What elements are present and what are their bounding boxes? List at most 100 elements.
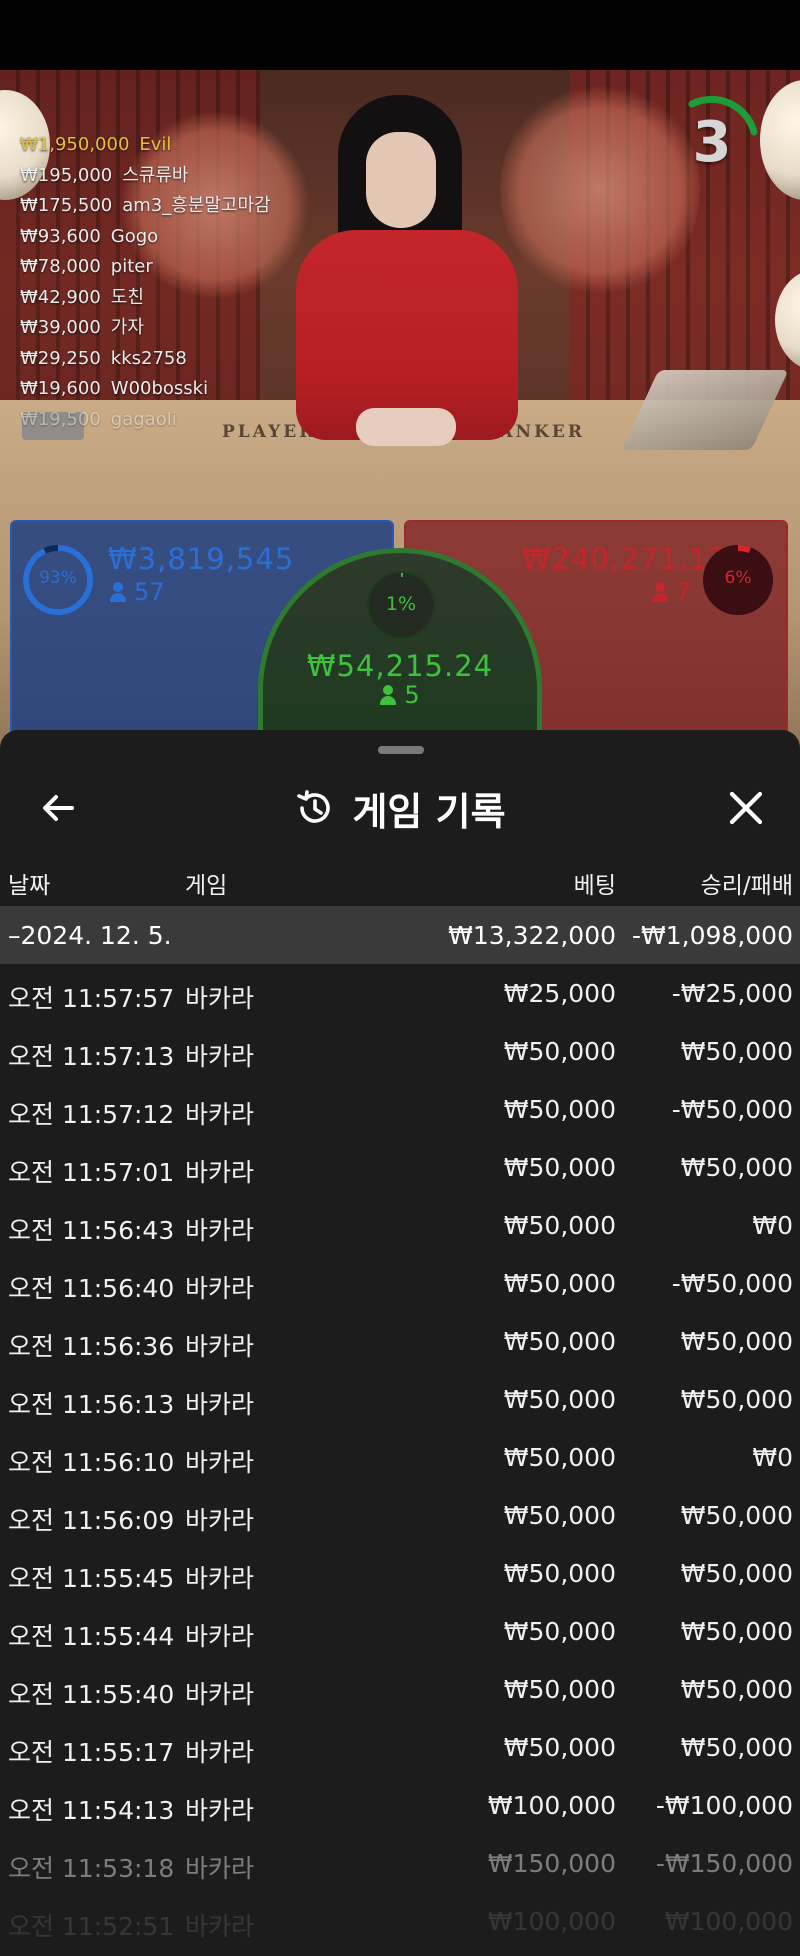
- leaderboard-entry: ₩93,600 Gogo: [20, 222, 320, 253]
- blossom-decoration: [500, 80, 700, 300]
- date-group-row[interactable]: –2024. 12. 5. ₩13,322,000 -₩1,098,000: [0, 906, 800, 964]
- history-row[interactable]: 오전 11:52:51 바카라 ₩100,000 ₩100,000: [0, 1892, 800, 1950]
- history-time: 오전 11:57:01: [8, 1158, 175, 1187]
- leaderboard-name: 가자: [110, 317, 144, 338]
- player-user-count: 57: [110, 578, 165, 606]
- history-bet: ₩50,000: [503, 1269, 616, 1298]
- history-bet: ₩50,000: [503, 1211, 616, 1240]
- history-bet: ₩50,000: [503, 1327, 616, 1356]
- sheet-header: 게임 기록: [0, 760, 800, 856]
- leaderboard-entry: ₩175,500 am3_흥분말고마감: [20, 191, 320, 222]
- winners-leaderboard: ₩1,950,000 Evil ₩195,000 스큐류바 ₩175,500 am3_흥분…: [20, 130, 320, 435]
- history-row[interactable]: 오전 11:55:44 바카라 ₩50,000 ₩50,000: [0, 1602, 800, 1660]
- tie-percent: 1%: [385, 593, 417, 615]
- leaderboard-amount: ₩29,250: [20, 347, 101, 369]
- tie-user-count: 5: [263, 681, 537, 709]
- leaderboard-entry: ₩39,000 가자: [20, 313, 320, 344]
- dealer-hands: [356, 408, 456, 446]
- history-result: ₩50,000: [680, 1327, 793, 1356]
- history-bet: ₩50,000: [503, 1095, 616, 1124]
- history-column-header: 날짜 게임 베팅 승리/패배: [0, 854, 800, 904]
- history-bet: ₩25,000: [503, 979, 616, 1008]
- leaderboard-amount: ₩1,950,000: [20, 134, 130, 155]
- history-time: 오전 11:52:51: [8, 1912, 175, 1941]
- tie-percent-ring: 1%: [367, 571, 435, 639]
- history-game: 바카라: [185, 1622, 255, 1651]
- history-game: 바카라: [185, 1332, 255, 1361]
- history-row[interactable]: 오전 11:53:18 바카라 ₩150,000 -₩150,000: [0, 1834, 800, 1892]
- history-row[interactable]: 오전 11:55:17 바카라 ₩50,000 ₩50,000: [0, 1718, 800, 1776]
- history-game: 바카라: [185, 1796, 255, 1825]
- history-result: ₩50,000: [680, 1617, 793, 1646]
- history-result: ₩50,000: [680, 1733, 793, 1762]
- history-result: ₩50,000: [680, 1675, 793, 1704]
- history-game: 바카라: [185, 1912, 255, 1941]
- history-result: ₩0: [752, 1443, 793, 1472]
- history-bet: ₩50,000: [503, 1443, 616, 1472]
- leaderboard-amount: ₩19,600: [20, 378, 101, 399]
- history-row[interactable]: 오전 11:56:43 바카라 ₩50,000 ₩0: [0, 1196, 800, 1254]
- history-row[interactable]: 오전 11:57:13 바카라 ₩50,000 ₩50,000: [0, 1022, 800, 1080]
- history-result: -₩150,000: [655, 1849, 793, 1878]
- history-row[interactable]: 오전 11:57:12 바카라 ₩50,000 -₩50,000: [0, 1080, 800, 1138]
- dealer-face: [366, 132, 436, 228]
- column-bet: 베팅: [573, 873, 616, 899]
- leaderboard-name: gagaoli: [110, 408, 177, 430]
- date-group-result-total: -₩1,098,000: [632, 921, 793, 950]
- live-video-feed: PLAYER BANKER ₩1,950,000 Evil ₩195,000 스큐류바…: [0, 70, 800, 750]
- history-time: 오전 11:55:45: [8, 1564, 175, 1593]
- history-row[interactable]: 오전 11:57:01 바카라 ₩50,000 ₩50,000: [0, 1138, 800, 1196]
- history-row[interactable]: 오전 11:56:10 바카라 ₩50,000 ₩0: [0, 1428, 800, 1486]
- history-time: 오전 11:53:18: [8, 1854, 175, 1883]
- leaderboard-amount: ₩93,600: [20, 225, 101, 247]
- banker-user-count: 7: [652, 578, 691, 606]
- history-list: 오전 11:57:57 바카라 ₩25,000 -₩25,000 오전 11:57:13…: [0, 964, 800, 1950]
- top-status-bar: [0, 0, 800, 70]
- history-row[interactable]: 오전 11:56:40 바카라 ₩50,000 -₩50,000: [0, 1254, 800, 1312]
- leaderboard-entry: ₩29,250 kks2758: [20, 344, 320, 375]
- column-game: 게임: [185, 873, 228, 899]
- history-game: 바카라: [185, 1854, 255, 1883]
- history-bet: ₩50,000: [503, 1501, 616, 1530]
- history-result: ₩50,000: [680, 1153, 793, 1182]
- history-game: 바카라: [185, 1564, 255, 1593]
- history-row[interactable]: 오전 11:54:13 바카라 ₩100,000 -₩100,000: [0, 1776, 800, 1834]
- column-result: 승리/패배: [700, 873, 793, 899]
- sheet-drag-handle[interactable]: [378, 746, 424, 754]
- leaderboard-entry: ₩19,600 W00bosski: [20, 374, 320, 405]
- history-row[interactable]: 오전 11:55:40 바카라 ₩50,000 ₩50,000: [0, 1660, 800, 1718]
- history-bet: ₩50,000: [503, 1153, 616, 1182]
- date-group-date: –2024. 12. 5.: [8, 921, 172, 950]
- player-percent-ring: 93%: [22, 544, 94, 616]
- history-row[interactable]: 오전 11:56:13 바카라 ₩50,000 ₩50,000: [0, 1370, 800, 1428]
- leaderboard-entry: ₩195,000 스큐류바: [20, 161, 320, 192]
- history-bet: ₩50,000: [503, 1385, 616, 1414]
- history-time: 오전 11:57:13: [8, 1042, 175, 1071]
- history-game: 바카라: [185, 984, 255, 1013]
- history-result: ₩0: [752, 1211, 793, 1240]
- history-row[interactable]: 오전 11:56:09 바카라 ₩50,000 ₩50,000: [0, 1486, 800, 1544]
- history-row[interactable]: 오전 11:55:45 바카라 ₩50,000 ₩50,000: [0, 1544, 800, 1602]
- history-row[interactable]: 오전 11:57:57 바카라 ₩25,000 -₩25,000: [0, 964, 800, 1022]
- history-bet: ₩50,000: [503, 1675, 616, 1704]
- history-game: 바카라: [185, 1680, 255, 1709]
- history-time: 오전 11:57:12: [8, 1100, 175, 1129]
- history-game: 바카라: [185, 1390, 255, 1419]
- banker-percent-ring: 6%: [702, 544, 774, 616]
- tie-users-value: 5: [404, 681, 420, 709]
- player-percent: 93%: [39, 568, 77, 588]
- game-history-sheet: 게임 기록 날짜 게임 베팅 승리/패배 –2024. 12. 5. ₩13,3…: [0, 730, 800, 1956]
- history-bet: ₩50,000: [503, 1037, 616, 1066]
- history-clock-icon: [297, 790, 331, 823]
- history-row[interactable]: 오전 11:56:36 바카라 ₩50,000 ₩50,000: [0, 1312, 800, 1370]
- tie-total-bet: ₩54,215.24: [306, 649, 494, 683]
- leaderboard-amount: ₩39,000: [20, 317, 101, 338]
- history-game: 바카라: [185, 1042, 255, 1071]
- history-game: 바카라: [185, 1448, 255, 1477]
- leaderboard-entry: ₩42,900 도친: [20, 283, 320, 314]
- sheet-title-text: 게임 기록: [352, 789, 506, 834]
- close-button[interactable]: [722, 784, 770, 832]
- history-game: 바카라: [185, 1506, 255, 1535]
- history-time: 오전 11:56:36: [8, 1332, 175, 1361]
- history-game: 바카라: [185, 1216, 255, 1245]
